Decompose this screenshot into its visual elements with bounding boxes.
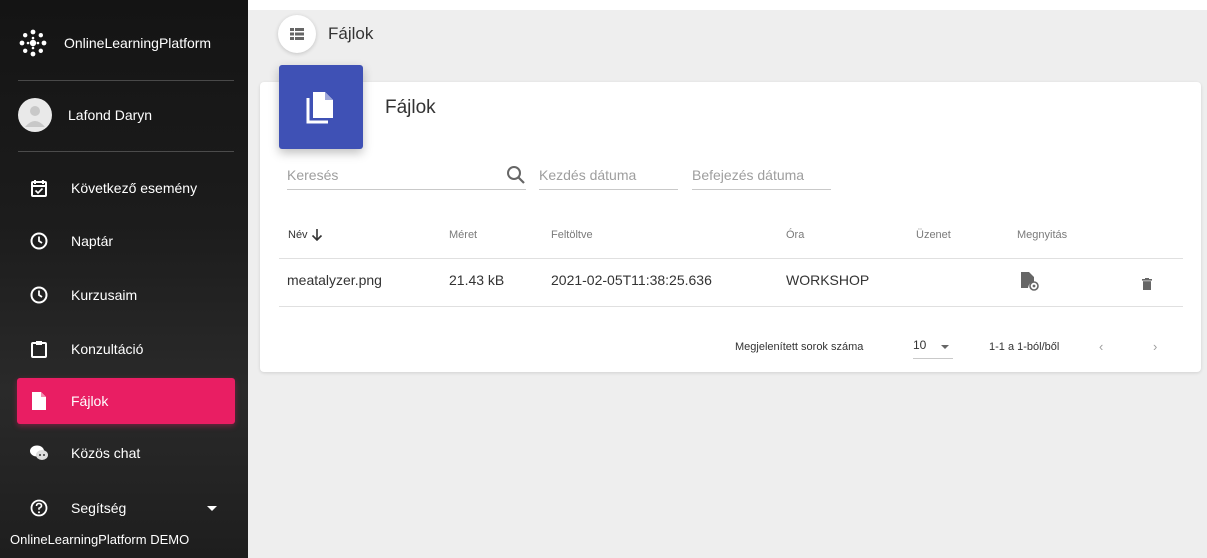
chat-icon — [29, 443, 49, 463]
column-header-lesson[interactable]: Óra — [786, 229, 804, 241]
column-header-open: Megnyitás — [1017, 229, 1068, 241]
files-card: Fájlok Név Méret Feltöltve Óra Üzenet Me… — [260, 65, 1201, 372]
column-header-name[interactable]: Név — [288, 229, 323, 241]
calendar-check-icon — [29, 178, 49, 198]
app-footer: OnlineLearningPlatform DEMO — [10, 532, 190, 547]
rows-per-page-select[interactable]: 10 — [913, 332, 953, 359]
prev-page-button[interactable]: ‹ — [1099, 339, 1103, 354]
menu-toggle-button[interactable] — [278, 15, 316, 53]
next-page-button[interactable]: › — [1153, 339, 1157, 354]
page-title: Fájlok — [328, 24, 374, 43]
column-header-size[interactable]: Méret — [449, 229, 477, 241]
sidebar-item-courses[interactable]: Kurzusaim — [17, 272, 235, 318]
end-date-input[interactable] — [692, 162, 831, 188]
search-input[interactable] — [287, 162, 526, 188]
delete-icon[interactable] — [1142, 278, 1152, 290]
sidebar-item-label: Konzultáció — [71, 341, 144, 357]
row-divider — [279, 306, 1183, 307]
column-header-uploaded[interactable]: Feltöltve — [551, 229, 593, 241]
dropdown-arrow-icon — [941, 345, 949, 349]
sidebar-item-label: Naptár — [71, 233, 114, 249]
sidebar-item-next-event[interactable]: Következő esemény — [17, 165, 235, 211]
sidebar-item-label: Következő esemény — [71, 180, 198, 196]
sidebar-item-label: Közös chat — [71, 445, 141, 461]
clipboard-icon — [29, 339, 49, 359]
sidebar: OnlineLearningPlatform Lafond Daryn Köve… — [0, 0, 248, 558]
start-date-field — [539, 162, 678, 190]
sidebar-item-label: Segítség — [71, 500, 127, 516]
start-date-input[interactable] — [539, 162, 678, 188]
clock-icon — [29, 231, 49, 251]
column-header-label: Név — [288, 229, 308, 241]
rows-per-page-value: 10 — [913, 338, 927, 352]
sidebar-item-label: Kurzusaim — [71, 287, 138, 303]
logo-icon — [19, 29, 47, 57]
search-icon[interactable] — [506, 165, 526, 185]
card-header-icon — [279, 65, 363, 149]
view-list-icon — [290, 28, 304, 40]
arrow-down-icon — [311, 229, 322, 241]
cell-file-size: 21.43 kB — [449, 272, 505, 288]
sidebar-item-chat[interactable]: Közös chat — [17, 430, 235, 476]
end-date-field — [692, 162, 831, 190]
cell-file-name: meatalyzer.png — [287, 272, 382, 288]
cell-uploaded: 2021-02-05T11:38:25.636 — [551, 272, 712, 288]
rows-per-page-label: Megjelenített sorok száma — [735, 341, 864, 353]
user-icon — [25, 106, 45, 127]
file-icon — [29, 391, 49, 411]
file-preview-icon[interactable] — [1019, 271, 1039, 291]
sidebar-item-consultation[interactable]: Konzultáció — [17, 326, 235, 372]
divider — [18, 80, 234, 81]
card-title: Fájlok — [385, 97, 436, 118]
clock-icon — [29, 285, 49, 305]
column-header-message[interactable]: Üzenet — [916, 229, 951, 241]
chevron-down-icon — [207, 506, 217, 511]
divider — [18, 151, 234, 152]
user-name: Lafond Daryn — [68, 107, 153, 123]
help-icon — [29, 498, 49, 518]
avatar — [18, 98, 52, 132]
sidebar-item-calendar[interactable]: Naptár — [17, 218, 235, 264]
topbar: Fájlok — [278, 15, 373, 53]
main-content: Fájlok Fájlok Név — [248, 10, 1207, 558]
file-icon — [306, 92, 333, 124]
sidebar-item-help[interactable]: Segítség — [17, 485, 235, 531]
brand-name: OnlineLearningPlatform — [64, 35, 212, 51]
cell-lesson: WORKSHOP — [786, 272, 870, 288]
pagination-range: 1-1 a 1-ból/ből — [989, 341, 1060, 353]
brand[interactable]: OnlineLearningPlatform — [18, 27, 211, 59]
row-divider — [279, 258, 1183, 259]
user-profile[interactable]: Lafond Daryn — [18, 98, 152, 132]
sidebar-item-label: Fájlok — [71, 393, 109, 409]
search-field — [287, 162, 526, 190]
sidebar-item-files[interactable]: Fájlok — [17, 378, 235, 424]
